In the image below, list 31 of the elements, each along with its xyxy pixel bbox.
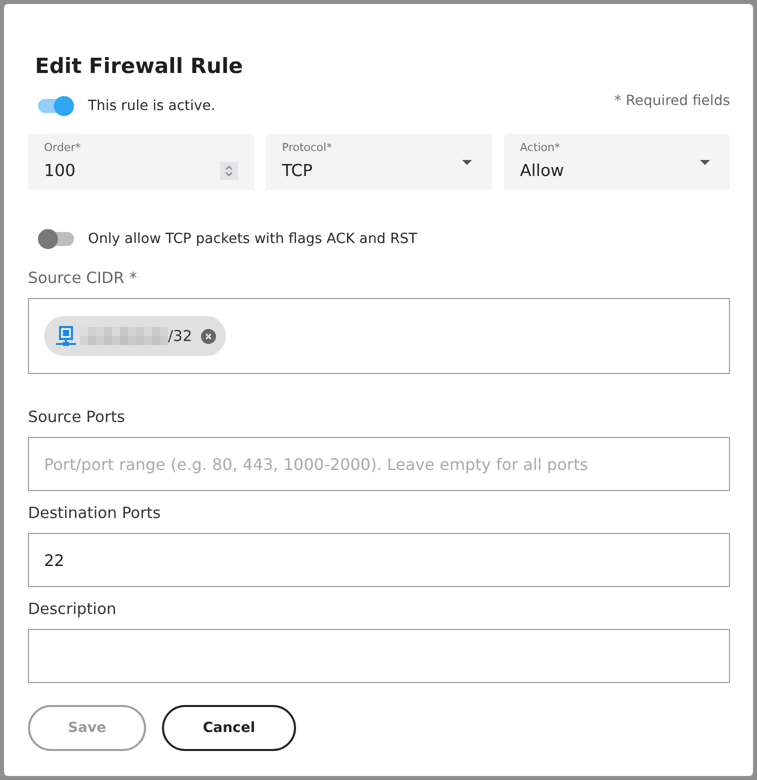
spinner-icon[interactable] — [220, 162, 238, 180]
field-value: Allow — [520, 160, 564, 182]
select-field[interactable]: Action* Allow — [504, 134, 730, 190]
caret-icon — [700, 160, 710, 164]
close-icon[interactable] — [201, 328, 216, 344]
cancel-button[interactable]: Cancel — [162, 705, 296, 751]
field-label: Source CIDR * — [28, 268, 137, 288]
field-label: Order* — [44, 141, 81, 155]
toggle-switch[interactable] — [38, 94, 74, 118]
field-label: Description — [28, 599, 116, 619]
text-input-field[interactable]: 22 — [28, 533, 730, 587]
field-value: TCP — [282, 160, 313, 182]
required-fields-note: * Required fields — [614, 93, 730, 109]
number-field[interactable]: Order* 100 — [28, 134, 254, 190]
field-label: Action* — [520, 141, 560, 155]
text-input-field[interactable]: Port/port range (e.g. 80, 443, 1000-2000). Leave empty for all ports — [28, 437, 730, 491]
cidr-input-field[interactable]: /32 — [28, 298, 730, 374]
network-icon — [55, 325, 77, 347]
field-label: Protocol* — [282, 141, 332, 155]
chip-text: /32 — [168, 327, 192, 345]
text-input-field[interactable] — [28, 629, 730, 683]
toggle-label: Only allow TCP packets with flags ACK and RST — [88, 231, 418, 247]
field-value: 100 — [44, 160, 76, 182]
field-label: Source Ports — [28, 407, 125, 427]
field-label: Destination Ports — [28, 503, 161, 523]
select-field[interactable]: Protocol* TCP — [266, 134, 492, 190]
caret-icon — [462, 160, 472, 164]
cidr-chip[interactable]: /32 — [44, 316, 226, 356]
dialog-title: Edit Firewall Rule — [35, 53, 243, 80]
toggle-switch[interactable] — [38, 227, 74, 251]
toggle-label: This rule is active. — [88, 98, 216, 114]
